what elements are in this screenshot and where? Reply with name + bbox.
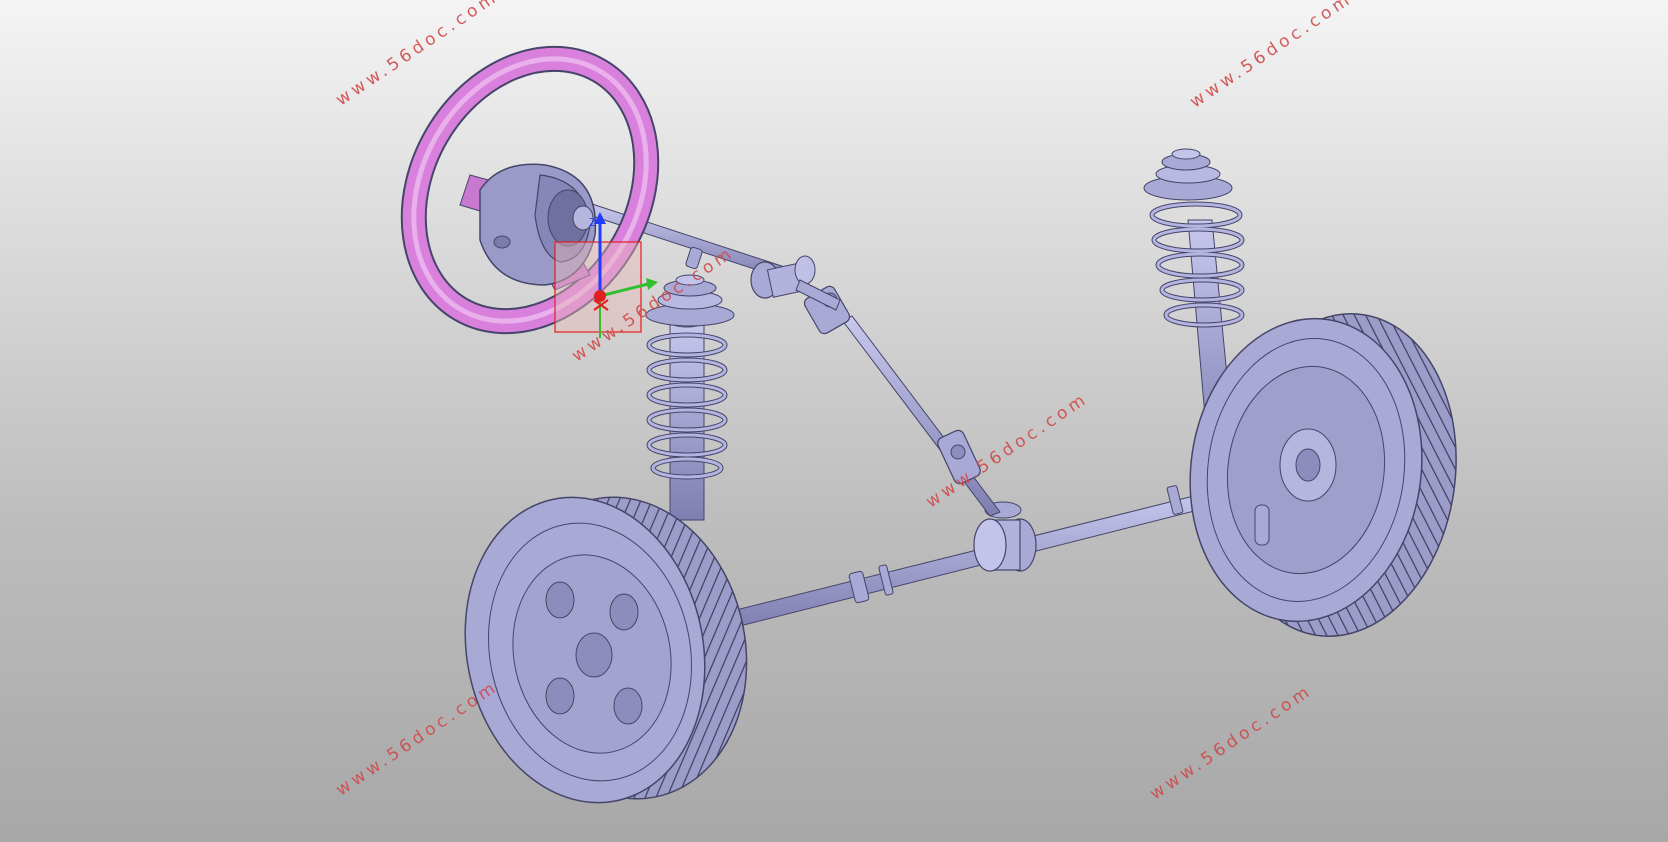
steering-gear[interactable]	[973, 501, 1037, 572]
z-axis-label: Z	[589, 216, 597, 229]
assembly-model[interactable]: Z	[0, 0, 1668, 842]
left-wheel[interactable]	[438, 474, 774, 825]
3d-viewport[interactable]: Z www.56doc.com www.56doc.com www.56doc.…	[0, 0, 1668, 842]
tie-rod[interactable]	[727, 485, 1215, 629]
